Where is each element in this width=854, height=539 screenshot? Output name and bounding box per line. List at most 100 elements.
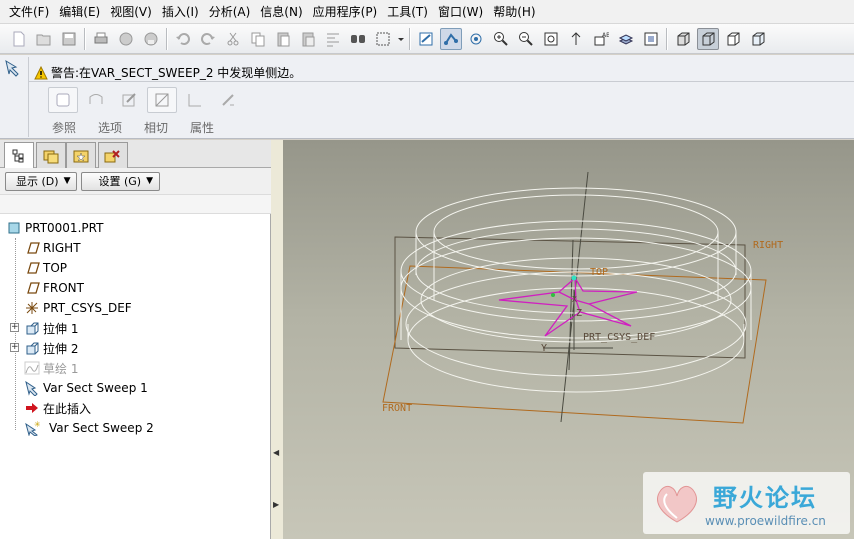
menu-analysis[interactable]: 分析(A)	[204, 1, 256, 23]
menu-help[interactable]: 帮助(H)	[488, 1, 540, 23]
tree-item-label: Var Sect Sweep 2	[49, 421, 154, 435]
expand-icon[interactable]: +	[10, 323, 19, 332]
menu-edit[interactable]: 编辑(E)	[54, 1, 105, 23]
watermark-title: 野火论坛	[713, 484, 817, 512]
connections-icon	[104, 149, 120, 162]
print-icon[interactable]	[90, 28, 112, 50]
refit-icon[interactable]	[540, 28, 562, 50]
trajectory-start-point[interactable]	[571, 275, 577, 281]
remove-material-button[interactable]	[147, 87, 177, 113]
pause-button[interactable]	[213, 87, 243, 113]
copy-icon[interactable]	[247, 28, 269, 50]
sweep-tool-icon	[4, 59, 22, 77]
menu-view[interactable]: 视图(V)	[105, 1, 157, 23]
repaint-icon[interactable]	[415, 28, 437, 50]
saved-views-icon[interactable]: AB	[590, 28, 612, 50]
warning-text: 警告:在VAR_SECT_SWEEP_2 中发现单侧边。	[51, 66, 302, 80]
zoom-out-icon[interactable]	[515, 28, 537, 50]
label-axis-x: X	[572, 295, 577, 304]
tree-item-right[interactable]: RIGHT	[0, 238, 271, 258]
no-hidden-icon[interactable]	[747, 28, 769, 50]
spin-center-icon[interactable]	[439, 27, 462, 50]
new-icon[interactable]	[8, 28, 30, 50]
datum-plane-icon	[24, 280, 40, 296]
tree-column-header	[0, 194, 271, 214]
tree-item-sketch-1[interactable]: 草绘 1	[0, 358, 271, 378]
tree-item-label: 拉伸 2	[43, 341, 79, 356]
insert-here-icon	[24, 400, 40, 416]
paste-special-icon[interactable]	[297, 28, 319, 50]
model-tree-icon	[12, 149, 24, 163]
undo-icon[interactable]	[172, 28, 194, 50]
label-axis-z: Z	[576, 308, 582, 319]
tree-root[interactable]: PRT0001.PRT	[0, 218, 271, 238]
menu-window[interactable]: 窗口(W)	[433, 1, 488, 23]
collapse-left-icon[interactable]: ◀	[273, 448, 279, 457]
open-section-button[interactable]	[81, 87, 111, 113]
select-box-icon[interactable]	[372, 28, 394, 50]
warning-message: 警告:在VAR_SECT_SWEEP_2 中发现单侧边。	[34, 64, 301, 81]
sketch-icon	[24, 360, 40, 376]
extrude-icon	[24, 340, 40, 356]
tree-item-top[interactable]: TOP	[0, 258, 271, 278]
label-right: RIGHT	[753, 240, 783, 251]
tab-folder-browser[interactable]	[36, 142, 66, 168]
tree-item-extrude-2[interactable]: + 拉伸 2	[0, 338, 271, 358]
thicken-button[interactable]	[180, 87, 210, 113]
tree-item-extrude-1[interactable]: + 拉伸 1	[0, 318, 271, 338]
tree-item-label: 草绘 1	[43, 361, 79, 376]
display-dropdown[interactable]: 显示 (D) ▼	[5, 171, 78, 191]
menu-file[interactable]: 文件(F)	[4, 1, 54, 23]
watermark-url: www.proewildfire.cn	[705, 514, 826, 528]
settings-dropdown[interactable]: 设置 (G) ▼	[81, 171, 161, 191]
model-tree-panel: 显示 (D) ▼ 设置 (G) ▼ PRT0001.PRT RIGHT TOP …	[0, 140, 271, 539]
redo-icon[interactable]	[197, 28, 219, 50]
sweep-section-sketch[interactable]	[498, 277, 638, 337]
shading-icon[interactable]	[672, 28, 694, 50]
datum-plane-icon	[24, 240, 40, 256]
find-icon[interactable]	[347, 28, 369, 50]
dropdown-arrow-icon[interactable]	[397, 28, 405, 50]
zoom-in-icon[interactable]	[490, 28, 512, 50]
tab-model-tree[interactable]	[4, 142, 34, 169]
tab-tangency[interactable]: 相切	[144, 119, 168, 136]
tab-favorites[interactable]	[66, 142, 96, 168]
tab-properties[interactable]: 属性	[190, 119, 214, 136]
reorient-icon[interactable]	[565, 28, 587, 50]
view-manager-icon[interactable]	[640, 28, 662, 50]
paste-icon[interactable]	[272, 28, 294, 50]
edit-sketch-button[interactable]	[114, 87, 144, 113]
hidden-line-icon[interactable]	[722, 28, 744, 50]
feature-dashboard: 警告:在VAR_SECT_SWEEP_2 中发现单侧边。 参照 选项 相切 属性	[0, 55, 854, 139]
tab-options[interactable]: 选项	[98, 119, 122, 136]
save-icon[interactable]	[58, 28, 80, 50]
tree-item-label: Var Sect Sweep 1	[43, 381, 148, 395]
tree-item-front[interactable]: FRONT	[0, 278, 271, 298]
email-link-icon[interactable]	[140, 28, 162, 50]
layers-icon[interactable]	[615, 28, 637, 50]
open-icon[interactable]	[33, 28, 55, 50]
tree-item-sweep-2[interactable]: ✳ Var Sect Sweep 2	[0, 418, 271, 438]
menu-tools[interactable]: 工具(T)	[382, 1, 433, 23]
tab-connections[interactable]	[98, 142, 128, 168]
cut-icon[interactable]	[222, 28, 244, 50]
menu-applications[interactable]: 应用程序(P)	[308, 1, 383, 23]
regenerate-icon[interactable]	[322, 28, 344, 50]
orient-mode-icon[interactable]	[465, 28, 487, 50]
menu-info[interactable]: 信息(N)	[255, 1, 307, 23]
svg-text:✳: ✳	[34, 420, 40, 429]
tab-references[interactable]: 参照	[52, 119, 76, 136]
panel-splitter[interactable]: ◀ ▶	[271, 140, 283, 539]
tree-controls: 显示 (D) ▼ 设置 (G) ▼	[0, 168, 271, 194]
wireframe-icon[interactable]	[696, 27, 719, 50]
tree-item-label: FRONT	[43, 281, 84, 295]
tree-item-insert-here[interactable]: 在此插入	[0, 398, 271, 418]
surface-type-button[interactable]	[48, 87, 78, 113]
expand-icon[interactable]: +	[10, 343, 19, 352]
menu-insert[interactable]: 插入(I)	[157, 1, 204, 23]
email-icon[interactable]	[115, 28, 137, 50]
tree-item-csys[interactable]: PRT_CSYS_DEF	[0, 298, 271, 318]
expand-right-icon[interactable]: ▶	[273, 500, 279, 509]
tree-item-label: 在此插入	[43, 401, 92, 416]
tree-item-sweep-1[interactable]: Var Sect Sweep 1	[0, 378, 271, 398]
